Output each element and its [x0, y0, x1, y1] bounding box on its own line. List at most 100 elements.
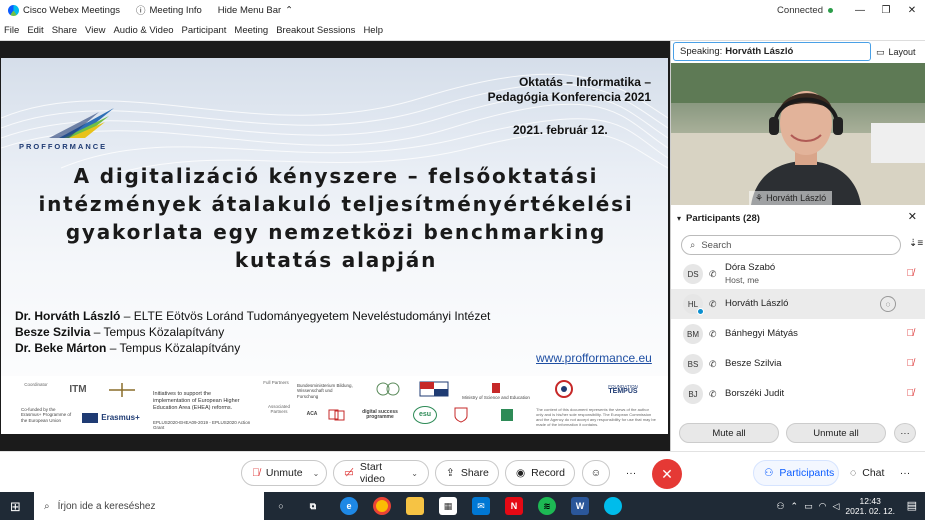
webex-taskbar-icon[interactable]	[604, 497, 622, 515]
restore-icon[interactable]: ❐	[873, 0, 899, 20]
mute-controls: Mute all Unmute all ···	[671, 418, 925, 446]
phone-audio-icon: ✆	[709, 298, 717, 309]
notification-icon[interactable]: ▤	[907, 499, 917, 512]
muted-mic-icon[interactable]: 🎙̸	[907, 268, 915, 279]
tray-chevron-up-icon[interactable]: ⌃	[791, 501, 799, 512]
spotify-icon[interactable]: ≋	[538, 497, 556, 515]
more-options-button[interactable]: ···	[617, 460, 645, 486]
volume-icon[interactable]: ◁	[832, 501, 839, 512]
muted-mic-icon[interactable]: 🎙̸	[907, 358, 915, 369]
connection-status: Connected	[777, 0, 833, 20]
close-icon[interactable]: ✕	[908, 210, 917, 223]
coordinator-label: Coordinator	[24, 382, 48, 388]
hide-menu-bar-button[interactable]: Hide Menu Bar ⌃	[210, 0, 301, 20]
cortana-icon[interactable]: ○	[272, 497, 290, 515]
menu-participant[interactable]: Participant	[178, 25, 231, 36]
layout-label: Layout	[888, 47, 916, 57]
info-icon: ⓘ	[135, 6, 146, 17]
taskbar-search-placeholder: Írjon ide a kereséshez	[57, 500, 156, 512]
menu-file[interactable]: File	[0, 25, 23, 36]
taskbar-clock[interactable]: 12:43 2021. 02. 12.	[845, 496, 895, 516]
participant-name: Dóra Szabó	[725, 262, 776, 273]
unmute-label: Unmute	[265, 467, 303, 479]
start-video-button[interactable]: ▭̸ Start video ⌄	[333, 460, 429, 486]
menu-help[interactable]: Help	[359, 25, 387, 36]
participant-row[interactable]: HL ✆ Horváth László ◌	[671, 289, 925, 319]
minimize-icon[interactable]: —	[847, 0, 873, 20]
chevron-down-icon[interactable]: ⌄	[411, 469, 418, 478]
active-speaker-field[interactable]: Speaking: Horváth László	[673, 42, 871, 61]
menu-meeting[interactable]: Meeting	[230, 25, 272, 36]
chrome-icon[interactable]	[373, 497, 391, 515]
layout-button[interactable]: ▭ Layout	[876, 44, 916, 60]
ministry-logo: Ministry of Science and Education	[461, 380, 531, 404]
profformance-logo-text: PROFFORMANCE	[19, 142, 108, 151]
participant-name: Borszéki Judit	[725, 388, 785, 399]
mute-all-button[interactable]: Mute all	[679, 423, 779, 443]
sort-icon[interactable]: ⇣≡	[909, 238, 923, 249]
webex-logo-icon	[8, 4, 19, 16]
meeting-info-label: Meeting Info	[149, 4, 202, 16]
record-button[interactable]: ◉ Record	[505, 460, 575, 486]
chat-tab-button[interactable]: ◌ Chat	[840, 460, 888, 486]
tempus-logo: FOUNDATION TEMPUS	[591, 378, 655, 400]
taskbar-search-input[interactable]: ⌕ Írjon ide a kereséshez	[34, 492, 264, 520]
menu-view[interactable]: View	[81, 25, 109, 36]
reactions-button[interactable]: ☺	[582, 460, 610, 486]
clock-time: 12:43	[859, 496, 881, 506]
author-name: Besze Szilvia	[15, 325, 91, 339]
mail-icon[interactable]: ✉	[472, 497, 490, 515]
participants-header[interactable]: ▾ Participants (28)	[671, 207, 925, 229]
menu-audio-video[interactable]: Audio & Video	[109, 25, 177, 36]
slide-authors: Dr. Horváth László – ELTE Eötvös Loránd …	[15, 308, 490, 356]
slide-url: www.profformance.eu	[536, 351, 652, 365]
network-icon[interactable]: ▭	[804, 501, 813, 512]
conference-line-2: Pedagógia Konferencia 2021	[487, 90, 651, 104]
ministry-text: Ministry of Science and Education	[462, 395, 530, 401]
edge-icon[interactable]: e	[340, 497, 358, 515]
unmute-button[interactable]: 🎙̸ Unmute ⌄	[241, 460, 327, 486]
erasmus-logo-icon: Erasmus+	[81, 412, 141, 424]
hide-menu-label: Hide Menu Bar	[217, 4, 282, 16]
app-title-text: Cisco Webex Meetings	[23, 4, 120, 16]
store-icon[interactable]: ▦	[439, 497, 457, 515]
wifi-icon[interactable]: ◠	[819, 501, 827, 512]
participant-search-input[interactable]: ⌕ Search	[681, 235, 901, 255]
more-options-button[interactable]: ···	[892, 460, 918, 486]
phone-audio-icon: ✆	[709, 358, 717, 369]
avatar-initials: HL	[687, 299, 699, 309]
word-icon[interactable]: W	[571, 497, 589, 515]
slide-title-line-2: intézmények átalakuló teljesítményértéke…	[38, 192, 634, 216]
meeting-controls-bar: 🎙̸ Unmute ⌄ ▭̸ Start video ⌄ ⇪ Share ◉ R…	[0, 451, 925, 492]
windows-start-icon[interactable]: ⊞	[10, 499, 21, 515]
menu-breakout-sessions[interactable]: Breakout Sessions	[272, 25, 359, 36]
netflix-icon[interactable]: N	[505, 497, 523, 515]
share-button[interactable]: ⇪ Share	[435, 460, 499, 486]
menu-share[interactable]: Share	[48, 25, 81, 36]
avatar: BJ	[683, 384, 703, 404]
more-options-button[interactable]: ···	[894, 423, 916, 443]
muted-mic-icon[interactable]: 🎙̸	[907, 328, 915, 339]
participant-row[interactable]: DS ✆ Dóra Szabó Host, me 🎙̸	[671, 259, 925, 289]
people-icon[interactable]: ⚇	[776, 501, 784, 512]
end-meeting-button[interactable]: ✕	[652, 459, 682, 489]
meeting-info-button[interactable]: ⓘ Meeting Info	[128, 0, 210, 20]
chat-bubble-icon[interactable]: ◌	[880, 296, 896, 312]
participant-row[interactable]: BM ✆ Bánhegyi Mátyás 🎙̸	[671, 319, 925, 349]
co-funded-text: Co-funded by the Erasmus+ Programme of t…	[21, 406, 72, 423]
avatar: BM	[683, 324, 703, 344]
slide-date: 2021. február 12.	[513, 123, 608, 137]
participant-row[interactable]: BJ ✆ Borszéki Judit 🎙̸	[671, 379, 925, 409]
close-icon[interactable]: ✕	[899, 0, 925, 20]
muted-mic-icon[interactable]: 🎙̸	[907, 388, 915, 399]
participants-tab-button[interactable]: ⚇ Participants	[753, 460, 839, 486]
chevron-down-icon[interactable]: ⌄	[313, 469, 320, 478]
menu-edit[interactable]: Edit	[23, 25, 47, 36]
task-view-icon[interactable]: ⧉	[304, 497, 322, 515]
unmute-all-button[interactable]: Unmute all	[786, 423, 886, 443]
crest-logo-icon	[449, 406, 473, 424]
participant-row[interactable]: BS ✆ Besze Szilvia 🎙̸	[671, 349, 925, 379]
participants-title: Participants (28)	[686, 212, 760, 224]
file-explorer-icon[interactable]	[406, 497, 424, 515]
author-affiliation: – Tempus Közalapítvány	[90, 325, 225, 339]
